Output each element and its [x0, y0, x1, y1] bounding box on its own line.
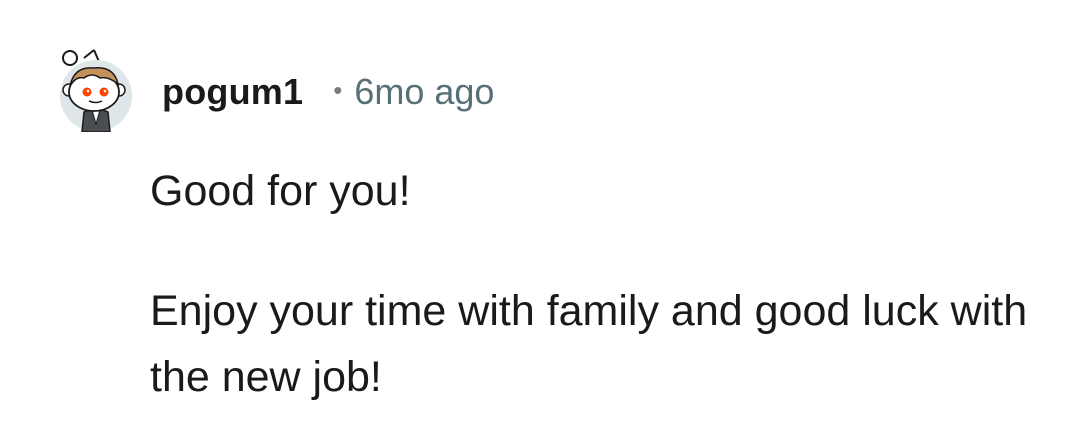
username-link[interactable]: pogum1 [162, 71, 303, 113]
comment: pogum1 • 6mo ago Good for you! Enjoy you… [0, 0, 1080, 438]
comment-body: Good for you! Enjoy your time with famil… [150, 158, 1050, 410]
snoo-avatar-icon [60, 49, 132, 133]
separator-dot: • [333, 75, 343, 105]
comment-paragraph: Good for you! [150, 167, 411, 215]
comment-paragraph: Enjoy your time with family and good luc… [150, 287, 1028, 401]
timestamp[interactable]: 6mo ago [354, 71, 494, 113]
user-avatar[interactable] [56, 46, 134, 133]
comment-header: pogum1 • 6mo ago [162, 68, 494, 116]
